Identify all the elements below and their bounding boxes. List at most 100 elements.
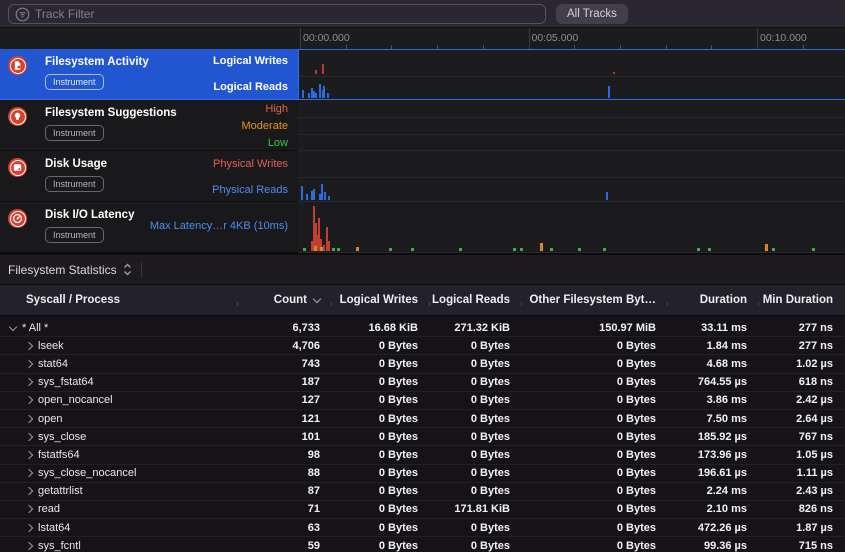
disclosure-closed-icon[interactable] [25,396,33,404]
syscall-cell: getattrlist [0,485,238,497]
column-header-min-duration[interactable]: Min Duration [759,294,845,306]
disclosure-closed-icon[interactable] [25,432,33,440]
disclosure-open-icon[interactable] [9,322,17,330]
duration-cell: 7.50 ms [668,413,759,425]
graph-spike [459,248,462,251]
other-filesystem-cell: 0 Bytes [522,394,668,406]
track-row-filesystem-suggestions[interactable]: Filesystem SuggestionsInstrumentHighMode… [0,100,298,151]
graph-spike [603,248,606,251]
disclosure-closed-icon[interactable] [25,523,33,531]
track-graph-2[interactable] [298,100,845,151]
table-row[interactable]: lstat64630 Bytes0 Bytes0 Bytes472.26 µs1… [0,519,845,537]
track-filter-input[interactable] [35,7,539,21]
track-row-filesystem-activity[interactable]: Filesystem ActivityInstrumentLogical Wri… [0,49,298,100]
disclosure-closed-icon[interactable] [25,360,33,368]
disclosure-closed-icon[interactable] [25,505,33,513]
track-graph-1[interactable] [298,49,845,100]
track-row-disk-usage[interactable]: Disk UsageInstrumentPhysical WritesPhysi… [0,151,298,202]
lane-label: Low [268,137,288,149]
graph-spike [328,196,330,200]
syscall-cell: sys_fstat64 [0,376,238,388]
column-header-logical-writes[interactable]: Logical Writes [332,294,430,306]
ruler-tick [300,28,301,49]
disclosure-closed-icon[interactable] [25,487,33,495]
chevron-up-down-icon[interactable] [123,263,132,276]
lane-divider [299,76,845,77]
gauge-icon [8,209,27,228]
table-row[interactable]: getattrlist870 Bytes0 Bytes0 Bytes2.24 m… [0,483,845,501]
lane-label: High [265,103,288,115]
lane-divider [298,117,845,118]
disclosure-closed-icon[interactable] [25,378,33,386]
table-row[interactable]: fstatfs64980 Bytes0 Bytes0 Bytes173.96 µ… [0,446,845,464]
table-row[interactable]: read710 Bytes171.81 KiB0 Bytes2.10 ms826… [0,501,845,519]
table-row[interactable]: sys_fcntl590 Bytes0 Bytes0 Bytes99.36 µs… [0,537,845,552]
logical-writes-cell: 0 Bytes [332,540,430,552]
graph-spike [306,194,308,200]
count-cell: 71 [238,503,332,515]
table-row[interactable]: sys_close1010 Bytes0 Bytes0 Bytes185.92 … [0,428,845,446]
disclosure-closed-icon[interactable] [25,342,33,350]
timeline-ruler[interactable]: 00:00.00000:05.00000:10.000 [298,28,845,49]
column-header-count[interactable]: Count [238,294,332,306]
column-header-other-filesystem-bytes[interactable]: Other Filesystem Byt… [522,294,668,306]
column-header-syscall-process[interactable]: Syscall / Process [0,294,238,306]
syscall-name: sys_close_nocancel [38,467,136,479]
logical-reads-cell: 0 Bytes [430,340,522,352]
graph-spike [708,248,711,251]
graph-spike [324,192,326,200]
track-filter-field[interactable] [8,4,546,24]
logical-writes-cell: 16.68 KiB [332,322,430,334]
track-graph-4[interactable] [298,202,845,253]
ruler-tick [757,28,758,49]
syscall-name: stat64 [38,358,68,370]
logical-reads-cell: 0 Bytes [430,376,522,388]
graph-spike [303,248,306,251]
graph-spike [608,86,610,98]
column-header-duration[interactable]: Duration [668,294,759,306]
column-header-logical-reads[interactable]: Logical Reads [430,294,522,306]
disclosure-closed-icon[interactable] [25,469,33,477]
table-row[interactable]: sys_close_nocancel880 Bytes0 Bytes0 Byte… [0,465,845,483]
min-duration-cell: 1.11 µs [759,467,845,479]
filter-icon [15,7,30,22]
table-row[interactable]: stat647430 Bytes0 Bytes0 Bytes4.68 ms1.0… [0,355,845,373]
graph-spike [550,248,553,251]
syscall-cell: sys_fcntl [0,540,238,552]
other-filesystem-cell: 0 Bytes [522,522,668,534]
logical-writes-cell: 0 Bytes [332,340,430,352]
all-tracks-button[interactable]: All Tracks [556,4,628,24]
table-row[interactable]: open1210 Bytes0 Bytes0 Bytes7.50 ms2.64 … [0,410,845,428]
logical-reads-cell: 0 Bytes [430,540,522,552]
table-row[interactable]: lseek4,7060 Bytes0 Bytes0 Bytes1.84 ms27… [0,337,845,355]
lane-label: Max Latency…r 4KB (10ms) [150,220,288,232]
disclosure-closed-icon[interactable] [25,542,33,550]
track-title: Disk Usage [45,158,107,170]
timeline-area: 00:00.00000:05.00000:10.000 Filesystem A… [0,28,845,253]
logical-reads-cell: 271.32 KiB [430,322,522,334]
graph-spike [313,189,315,200]
instrument-badge: Instrument [45,74,104,90]
other-filesystem-cell: 0 Bytes [522,358,668,370]
table-row[interactable]: open_nocancel1270 Bytes0 Bytes0 Bytes3.8… [0,392,845,410]
other-filesystem-cell: 0 Bytes [522,340,668,352]
instruments-window: All Tracks 00:00.00000:05.00000:10.000 F… [0,0,845,552]
disclosure-closed-icon[interactable] [25,451,33,459]
count-cell: 4,706 [238,340,332,352]
track-row-disk-i-o-latency[interactable]: Disk I/O LatencyInstrumentMax Latency…r … [0,202,298,253]
table-row[interactable]: * All *6,73316.68 KiB271.32 KiB150.97 Mi… [0,319,845,337]
track-graphs[interactable] [298,49,845,253]
disclosure-closed-icon[interactable] [25,414,33,422]
table-row[interactable]: sys_fstat641870 Bytes0 Bytes0 Bytes764.5… [0,374,845,392]
disk-icon [8,158,27,177]
track-graph-3[interactable] [298,151,845,202]
duration-cell: 2.24 ms [668,485,759,497]
titlebar-separator [141,262,142,278]
syscall-name: fstatfs64 [38,449,80,461]
graph-spike [328,241,330,251]
graph-spike [323,86,325,98]
logical-reads-cell: 0 Bytes [430,431,522,443]
syscall-cell: read [0,503,238,515]
detail-toolbar: Filesystem Statistics [0,255,845,285]
logical-reads-cell: 0 Bytes [430,485,522,497]
